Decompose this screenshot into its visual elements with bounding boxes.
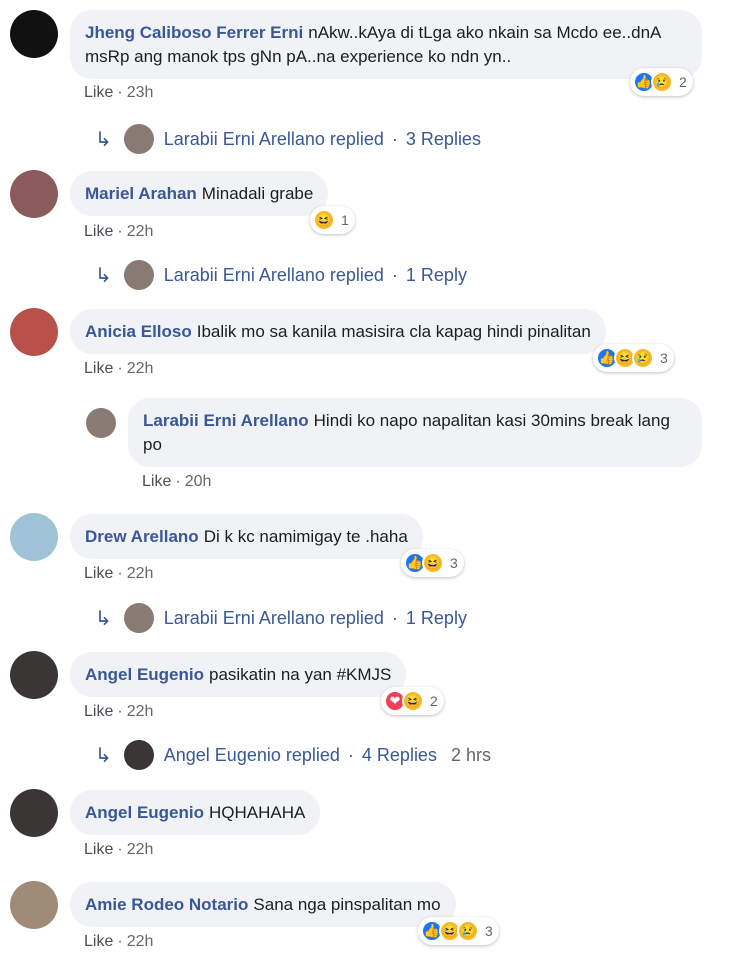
comment-author[interactable]: Angel Eugenio (85, 803, 204, 822)
avatar[interactable] (10, 308, 58, 356)
comment-bubble: Anicia Elloso Ibalik mo sa kanila masisir… (70, 309, 606, 354)
reply-meta: Like · 20h (142, 473, 212, 490)
timestamp[interactable]: 22h (127, 933, 154, 950)
reply-arrow-icon: ↳ (95, 264, 112, 287)
reaction-count: 3 (660, 350, 668, 366)
comment-meta: Like · 23h (84, 84, 154, 101)
timestamp[interactable]: 22h (127, 360, 154, 377)
view-replies-link[interactable]: ↳ Angel Eugenio replied · 4 Replies 2 hrs (95, 740, 491, 770)
comment-bubble: Jheng Caliboso Ferrer Erni nAkw..kAya di … (70, 10, 702, 79)
comment-bubble: Drew Arellano Di k kc namimigay te .haha (70, 514, 423, 559)
sad-face-icon: 😢 (651, 71, 673, 93)
reaction-summary[interactable]: 👍 😆 😢 3 (418, 917, 499, 945)
avatar[interactable] (10, 10, 58, 58)
like-link[interactable]: Like (142, 473, 171, 490)
avatar (123, 260, 154, 290)
comment-bubble: Angel Eugenio HQHAHAHA (70, 790, 321, 835)
replies-time: 2 hrs (450, 744, 491, 765)
like-link[interactable]: Like (84, 841, 113, 858)
reaction-count: 3 (450, 555, 458, 571)
comment-text: Ibalik mo sa kanila masisira cla kapag h… (196, 322, 591, 341)
comment-author[interactable]: Amie Rodeo Notario (85, 895, 248, 914)
reaction-summary[interactable]: 👍 😢 2 (630, 68, 693, 96)
reaction-summary[interactable]: 👍 😆 😢 3 (593, 344, 674, 372)
reply-arrow-icon: ↳ (95, 744, 112, 767)
avatar (123, 740, 154, 770)
sad-face-icon: 😢 (632, 347, 654, 369)
like-link[interactable]: Like (84, 360, 113, 377)
comments-panel: { "comments": [ { "author": "Jheng Calib… (0, 0, 750, 953)
timestamp[interactable]: 22h (127, 841, 154, 858)
laughing-face-icon: 😆 (402, 690, 424, 712)
comment-author[interactable]: Jheng Caliboso Ferrer Erni (85, 23, 303, 42)
timestamp[interactable]: 22h (127, 223, 154, 240)
comment-author[interactable]: Drew Arellano (85, 527, 199, 546)
reply-author[interactable]: Larabii Erni Arellano (143, 411, 309, 430)
reaction-summary[interactable]: 😆 1 (310, 206, 355, 234)
avatar[interactable] (10, 789, 58, 837)
avatar[interactable] (10, 170, 58, 218)
replies-count: 1 Reply (405, 264, 467, 285)
comment-meta: Like · 22h (84, 223, 154, 240)
timestamp[interactable]: 20h (185, 473, 212, 490)
comment-text: HQHAHAHA (209, 803, 306, 822)
reaction-summary[interactable]: 👍 😆 3 (401, 549, 464, 577)
view-replies-link[interactable]: ↳ Larabii Erni Arellano replied · 3 Replie… (95, 124, 481, 154)
avatar (123, 124, 154, 154)
comment-text: Sana nga pinspalitan mo (253, 895, 441, 914)
replies-author: Larabii Erni Arellano replied (163, 128, 384, 149)
reaction-count: 3 (485, 923, 493, 939)
reaction-count: 2 (430, 693, 438, 709)
view-replies-link[interactable]: ↳ Larabii Erni Arellano replied · 1 Reply (95, 603, 467, 633)
timestamp[interactable]: 22h (127, 703, 154, 720)
reaction-count: 2 (679, 74, 687, 90)
comment-author[interactable]: Anicia Elloso (85, 322, 192, 341)
comment-meta: Like · 22h (84, 565, 154, 582)
reply-arrow-icon: ↳ (95, 128, 112, 151)
comment-bubble: Angel Eugenio pasikatin na yan #KMJS (70, 652, 407, 697)
avatar[interactable] (10, 651, 58, 699)
reaction-count: 1 (341, 212, 349, 228)
timestamp[interactable]: 22h (127, 565, 154, 582)
like-link[interactable]: Like (84, 933, 113, 950)
sad-face-icon: 😢 (457, 920, 479, 942)
comment-text: Di k kc namimigay te .haha (203, 527, 408, 546)
replies-author: Larabii Erni Arellano replied (163, 264, 384, 285)
comment-meta: Like · 22h (84, 841, 154, 858)
reply-bubble: Larabii Erni Arellano Hindi ko napo napal… (128, 398, 702, 467)
comment-meta: Like · 22h (84, 360, 154, 377)
comment-bubble: Amie Rodeo Notario Sana nga pinspalitan m… (70, 882, 456, 927)
comment-author[interactable]: Mariel Arahan (85, 184, 197, 203)
like-link[interactable]: Like (84, 565, 113, 582)
avatar[interactable] (86, 408, 116, 438)
avatar[interactable] (10, 513, 58, 561)
comment-meta: Like · 22h (84, 703, 154, 720)
comment-bubble: Mariel Arahan Minadali grabe (70, 171, 329, 216)
reply-arrow-icon: ↳ (95, 607, 112, 630)
replies-author: Angel Eugenio replied (163, 744, 340, 765)
avatar[interactable] (10, 881, 58, 929)
view-replies-link[interactable]: ↳ Larabii Erni Arellano replied · 1 Reply (95, 260, 467, 290)
reaction-summary[interactable]: ❤ 😆 2 (381, 687, 444, 715)
replies-count: 4 Replies (361, 744, 437, 765)
avatar (123, 603, 154, 633)
like-link[interactable]: Like (84, 703, 113, 720)
replies-count: 1 Reply (405, 607, 467, 628)
timestamp[interactable]: 23h (127, 84, 154, 101)
comment-text: pasikatin na yan #KMJS (209, 665, 392, 684)
laughing-face-icon: 😆 (313, 209, 335, 231)
replies-author: Larabii Erni Arellano replied (163, 607, 384, 628)
comment-text: Minadali grabe (201, 184, 314, 203)
comment-author[interactable]: Angel Eugenio (85, 665, 204, 684)
comment-meta: Like · 22h (84, 933, 154, 950)
replies-count: 3 Replies (405, 128, 481, 149)
like-link[interactable]: Like (84, 223, 113, 240)
laughing-face-icon: 😆 (422, 552, 444, 574)
like-link[interactable]: Like (84, 84, 113, 101)
